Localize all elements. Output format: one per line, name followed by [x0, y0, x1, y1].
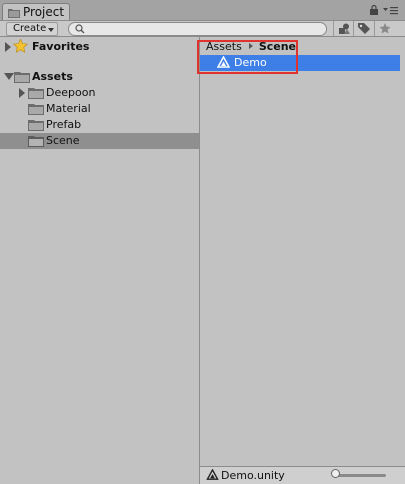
tree-item-prefab[interactable]: Prefab — [0, 117, 199, 133]
tree-item-scene[interactable]: Scene — [0, 133, 199, 149]
tree-item-label: Favorites — [32, 40, 90, 53]
tab-project[interactable]: Project — [2, 3, 70, 20]
folder-icon — [28, 135, 44, 150]
folder-tree-panel: Favorites Assets Deepoon Material Prefab… — [0, 37, 199, 484]
star-icon — [12, 38, 29, 56]
collapse-arrow-icon[interactable] — [4, 73, 14, 80]
selected-file-path: Demo.unity — [221, 469, 285, 482]
tree-item-label: Scene — [46, 134, 80, 147]
tree-item-label: Deepoon — [46, 86, 96, 99]
tree-item-favorites[interactable]: Favorites — [0, 38, 199, 56]
tree-item-label: Prefab — [46, 118, 82, 131]
search-input[interactable] — [89, 23, 319, 35]
tree-item-material[interactable]: Material — [0, 101, 199, 117]
create-button-label: Create — [13, 23, 47, 34]
annotation-highlight-box — [197, 40, 298, 74]
tree-item-label: Assets — [32, 70, 73, 83]
chevron-down-icon — [48, 28, 54, 32]
filter-by-label-button[interactable] — [353, 21, 373, 36]
expand-arrow-icon[interactable] — [19, 88, 25, 98]
toolbar: Create — [0, 20, 405, 37]
unity-scene-icon — [206, 468, 219, 484]
folder-icon — [14, 71, 30, 86]
folder-icon — [28, 103, 44, 118]
search-icon — [75, 24, 85, 37]
asset-list-panel: Assets Scene Demo — [200, 37, 405, 467]
expand-arrow-icon[interactable] — [5, 42, 11, 52]
search-field[interactable] — [68, 22, 327, 36]
icon-size-slider-thumb[interactable] — [331, 469, 340, 478]
tab-label: Project — [23, 5, 65, 19]
tree-item-assets[interactable]: Assets — [0, 69, 199, 85]
folder-icon — [28, 87, 44, 102]
folder-icon — [28, 119, 44, 134]
icon-size-slider[interactable] — [336, 474, 386, 477]
tree-item-label: Material — [46, 102, 91, 115]
create-button[interactable]: Create — [6, 22, 58, 36]
save-search-button[interactable] — [374, 21, 394, 36]
lock-icon[interactable] — [370, 4, 378, 18]
tab-strip: Project — [0, 0, 405, 20]
tree-item-deepoon[interactable]: Deepoon — [0, 85, 199, 101]
status-bar: Demo.unity — [200, 466, 405, 484]
filter-by-type-button[interactable] — [333, 21, 353, 36]
menu-icon[interactable] — [383, 5, 399, 18]
